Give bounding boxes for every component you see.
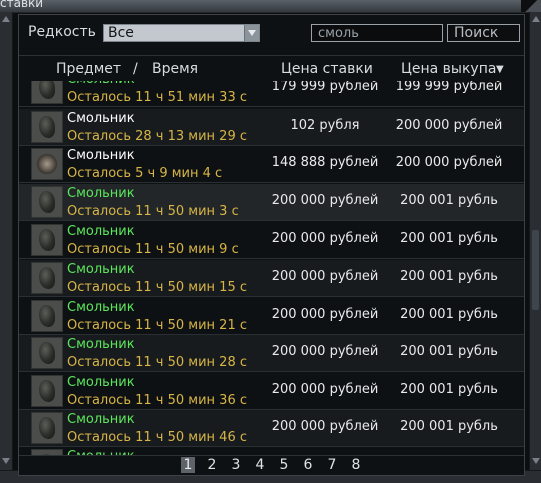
lot-row[interactable]: Смольник Осталось 5 ч 9 мин 4 с 148 888 ру…: [19, 146, 524, 183]
sort-desc-icon[interactable]: ▼: [496, 64, 504, 75]
lot-buyout-price: 200 000 рублей: [395, 118, 503, 133]
scrollbar-thumb[interactable]: [532, 230, 539, 310]
page-link[interactable]: 7: [325, 457, 339, 473]
item-graphic: [39, 305, 55, 327]
right-scrollbar[interactable]: [529, 12, 541, 470]
filter-bar: Редкость Все Поиск: [19, 15, 524, 55]
scroll-down-arrow-icon[interactable]: [532, 458, 540, 464]
resin-lump-icon: [31, 111, 63, 143]
page-link[interactable]: 4: [253, 457, 267, 473]
scroll-down-arrow-icon[interactable]: [2, 458, 10, 464]
item-graphic: [39, 116, 55, 138]
lot-item-name: Смольник: [67, 262, 135, 277]
page-link[interactable]: 1: [181, 457, 195, 473]
rarity-dropdown[interactable]: Все: [103, 24, 260, 42]
lot-time-left: Осталось 11 ч 51 мин 33 с: [67, 90, 247, 105]
lot-time-left: Осталось 11 ч 50 мин 21 с: [67, 318, 247, 333]
lot-item-name: Смольник: [67, 300, 135, 315]
left-scrollbar[interactable]: [0, 12, 13, 470]
lot-time-left: Осталось 11 ч 50 мин 28 с: [67, 355, 247, 370]
lot-row[interactable]: Смольник Осталось 11 ч 50 мин 3 с 200 000 …: [19, 184, 524, 221]
lot-item-name: Смольник: [67, 148, 135, 163]
lot-time-left: Осталось 11 ч 50 мин 46 с: [67, 430, 247, 445]
resin-lump-icon: [31, 300, 63, 332]
column-headers: Предмет / Время Цена ставки Цена выкупа …: [19, 61, 524, 81]
column-header-time[interactable]: Время: [152, 61, 198, 77]
column-header-buyout[interactable]: Цена выкупа: [401, 61, 496, 77]
page-link[interactable]: 2: [205, 457, 219, 473]
lot-row[interactable]: Смольник Осталось 28 ч 13 мин 29 с 102 руб…: [19, 109, 524, 146]
lot-buyout-price: 200 001 рубль: [400, 307, 498, 322]
resin-lump-icon: [31, 262, 63, 294]
item-graphic: [39, 191, 55, 213]
lot-item-name: Смольник: [67, 186, 135, 201]
lot-row[interactable]: Смольник Осталось 11 ч 50 мин 36 с 200 000…: [19, 373, 524, 410]
lot-buyout-price: 199 999 рублей: [395, 81, 503, 94]
search-input[interactable]: [311, 24, 443, 42]
rarity-label: Редкость: [28, 24, 96, 40]
window-titlebar: ставки: [0, 0, 541, 13]
search-button[interactable]: Поиск: [447, 24, 520, 42]
lot-item-name: Смольник: [67, 375, 135, 390]
resin-lump-icon: [31, 375, 63, 407]
page-link[interactable]: 6: [301, 457, 315, 473]
lot-row[interactable]: Смольник Осталось 11 ч 50 мин 21 с 200 000…: [19, 298, 524, 335]
lot-time-left: Осталось 5 ч 9 мин 4 с: [67, 166, 223, 181]
resin-lump-icon: [31, 412, 63, 444]
page-link[interactable]: 8: [349, 457, 363, 473]
lot-item-name: Смольник: [67, 412, 135, 427]
item-graphic: [39, 81, 55, 99]
window-title: ставки: [0, 0, 44, 10]
item-graphic: [39, 417, 55, 439]
lot-item-name: Смольник: [67, 111, 135, 126]
lot-row[interactable]: СмольникОсталось 11 ч 51 мин 33 с179 999…: [19, 81, 524, 107]
column-header-item[interactable]: Предмет: [56, 61, 121, 77]
column-header-bid[interactable]: Цена ставки: [281, 61, 373, 77]
lot-buyout-price: 200 001 рубль: [400, 231, 498, 246]
column-header-separator: /: [133, 61, 138, 77]
lot-time-left: Осталось 28 ч 13 мин 29 с: [67, 129, 247, 144]
scroll-up-arrow-icon[interactable]: [2, 16, 10, 22]
lot-row[interactable]: Смольник200 000 рублей200 001 рубль: [19, 447, 524, 455]
lot-list: СмольникОсталось 11 ч 51 мин 33 с179 999…: [19, 81, 524, 455]
lot-buyout-price: 200 001 рубль: [400, 193, 498, 208]
lot-row[interactable]: Смольник Осталось 11 ч 50 мин 15 с 200 000…: [19, 260, 524, 297]
lot-time-left: Осталось 11 ч 50 мин 9 с: [67, 242, 239, 257]
lot-item-name: Смольник: [67, 224, 135, 239]
lot-row[interactable]: Смольник Осталось 11 ч 50 мин 28 с 200 000…: [19, 335, 524, 372]
lot-item-name: Смольник: [67, 337, 135, 352]
header-divider: [19, 55, 524, 56]
lot-buyout-price: 200 001 рубль: [400, 269, 498, 284]
resin-lump-icon: [31, 81, 63, 104]
item-graphic: [37, 154, 57, 174]
item-graphic: [39, 229, 55, 251]
chevron-down-icon: [248, 30, 256, 36]
resin-lump-icon: [31, 337, 63, 369]
lot-row[interactable]: Смольник Осталось 11 ч 50 мин 9 с 200 000 …: [19, 222, 524, 259]
scroll-up-arrow-icon[interactable]: [532, 16, 540, 22]
page-link[interactable]: 5: [277, 457, 291, 473]
item-graphic: [39, 342, 55, 364]
lot-item-name: Смольник: [67, 81, 135, 87]
auction-panel: Редкость Все Поиск Предмет / Время Цена …: [18, 14, 525, 476]
lot-time-left: Осталось 11 ч 50 мин 15 с: [67, 280, 247, 295]
resin-lump-icon: [31, 186, 63, 218]
stone-flower-icon: [31, 148, 63, 180]
item-graphic: [39, 380, 55, 402]
lot-row[interactable]: Смольник Осталось 11 ч 50 мин 46 с 200 000…: [19, 410, 524, 447]
page-link[interactable]: 3: [229, 457, 243, 473]
lot-time-left: Осталось 11 ч 50 мин 3 с: [67, 204, 239, 219]
item-graphic: [39, 267, 55, 289]
pager-divider: [19, 455, 524, 456]
rarity-selected-value: Все: [108, 25, 134, 41]
lot-buyout-price: 200 001 рубль: [400, 382, 498, 397]
lot-time-left: Осталось 11 ч 50 мин 36 с: [67, 393, 247, 408]
lot-buyout-price: 200 000 рублей: [395, 155, 503, 170]
dropdown-button[interactable]: [244, 25, 259, 41]
lot-buyout-price: 200 001 рубль: [400, 419, 498, 434]
resin-lump-icon: [31, 224, 63, 256]
lot-buyout-price: 200 001 рубль: [400, 344, 498, 359]
titlebar-corner: [521, 0, 541, 12]
